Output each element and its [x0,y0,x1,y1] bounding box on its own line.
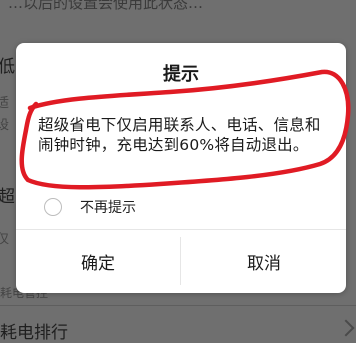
screen: …以后的设置会使用此状态… 低 适 设 超 仅 耗电管控 耗电排行 提示 超级省… [0,0,356,343]
background-text: …以后的设置会使用此状态… [8,0,204,12]
confirm-button[interactable]: 确定 [16,230,180,292]
power-ranking-item[interactable]: 耗电排行 [0,318,68,343]
dont-remind-option[interactable]: 不再提示 [38,195,238,219]
dont-remind-label: 不再提示 [80,200,136,216]
background-divider [0,305,356,306]
dialog-message: 超级省电下仅启用联系人、电话、信息和闹钟时钟，充电达到60%将自动退出。 [38,116,321,154]
background-option-label: 超 [0,187,15,207]
dialog-title: 提示 [163,64,199,85]
background-option-desc: 设 [0,118,10,133]
background-option-desc: 适 [0,96,10,111]
alert-dialog: 提示 超级省电下仅启用联系人、电话、信息和闹钟时钟，充电达到60%将自动退出。 … [16,43,346,293]
button-separator [180,237,181,285]
cancel-button[interactable]: 取消 [182,230,346,292]
background-option-desc: 仅 [0,232,10,247]
radio-button-icon[interactable] [44,198,62,216]
background-option-label: 低 [0,57,15,77]
chevron-right-icon [337,319,355,337]
